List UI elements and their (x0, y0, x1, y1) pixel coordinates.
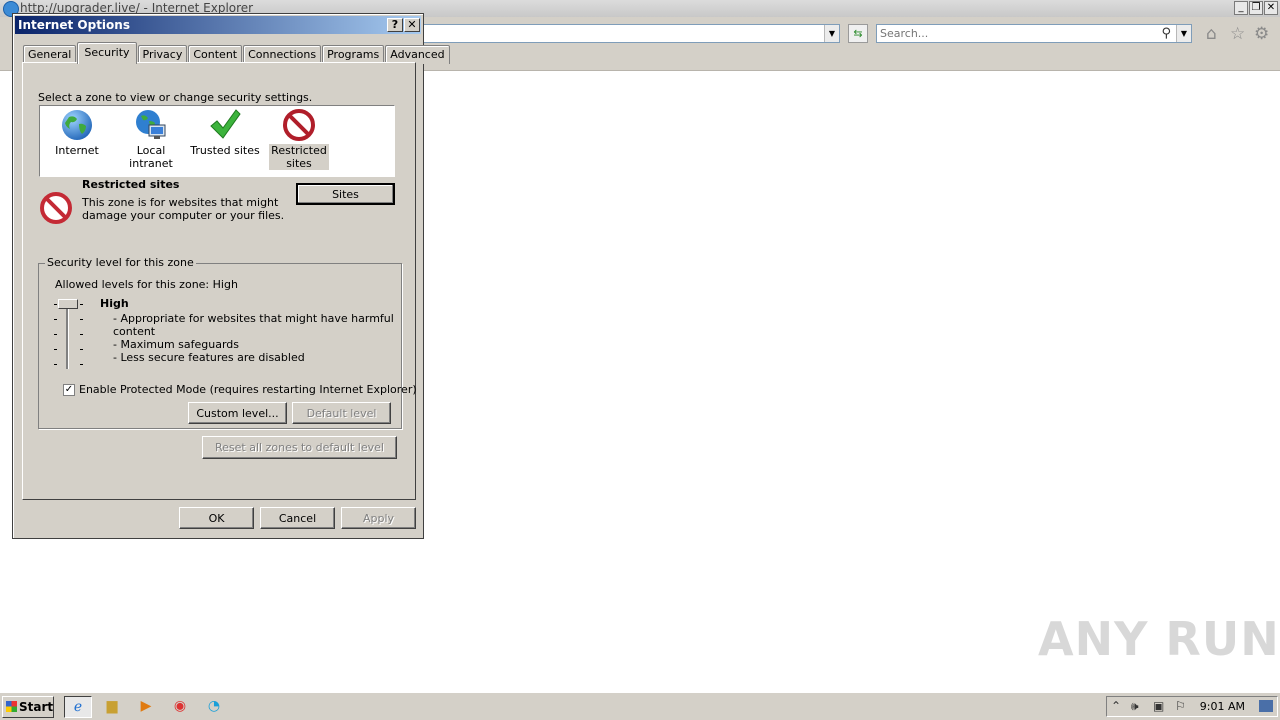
volume-icon[interactable]: 🕪 (1131, 699, 1139, 714)
security-level-slider-track[interactable] (66, 307, 69, 369)
selected-zone-description-2: damage your computer or your files. (82, 209, 285, 222)
selected-zone-title: Restricted sites (82, 178, 180, 191)
search-box[interactable]: ⚲ ▼ (876, 24, 1192, 43)
restricted-icon (283, 109, 315, 141)
dialog-titlebar: Internet Options ? ✕ (15, 16, 421, 34)
help-button[interactable]: ? (387, 18, 403, 32)
reset-all-zones-button[interactable]: Reset all zones to default level (202, 436, 397, 459)
address-dropdown-icon[interactable]: ▼ (824, 25, 839, 42)
system-tray: ⌃ 🕪 ▣ ⚐ 9:01 AM (1106, 696, 1278, 717)
zone-trusted-sites[interactable]: Trusted sites (188, 108, 262, 157)
sites-button[interactable]: Sites (296, 183, 395, 205)
level-desc-4: - Less secure features are disabled (113, 351, 305, 364)
default-level-button[interactable]: Default level (292, 402, 391, 424)
custom-level-button[interactable]: Custom level... (188, 402, 287, 424)
dialog-title: Internet Options (18, 18, 130, 32)
ok-button[interactable]: OK (179, 507, 254, 529)
globe-icon (62, 110, 92, 140)
tab-strip: General Security Privacy Content Connect… (23, 42, 451, 64)
zone-local-intranet[interactable]: Local intranet (114, 108, 188, 170)
home-icon[interactable]: ⌂ (1206, 25, 1217, 43)
level-desc-1: - Appropriate for websites that might ha… (113, 312, 394, 325)
action-center-flag-icon[interactable]: ⚐ (1175, 699, 1186, 714)
allowed-levels-label: Allowed levels for this zone: High (55, 278, 238, 291)
search-input[interactable] (880, 27, 1150, 40)
show-desktop-icon[interactable] (1259, 700, 1273, 712)
dialog-close-button[interactable]: ✕ (404, 18, 420, 32)
zone-label-restricted-sites: Restricted sites (269, 144, 329, 170)
security-level-caption: Security level for this zone (45, 256, 196, 269)
gear-icon[interactable]: ⚙ (1254, 25, 1269, 43)
security-level-slider-thumb[interactable] (58, 299, 78, 309)
restore-button[interactable]: ❐ (1249, 1, 1263, 15)
restricted-zone-large-icon (40, 192, 72, 224)
zone-list: Internet Local intranet Trusted sites Re… (39, 105, 395, 177)
tray-expand-icon[interactable]: ⌃ (1111, 699, 1121, 714)
taskbar-ie-icon[interactable]: ℯ (64, 696, 92, 718)
favorites-star-icon[interactable]: ☆ (1230, 25, 1245, 43)
protected-mode-label: Enable Protected Mode (requires restarti… (79, 383, 417, 396)
zone-internet[interactable]: Internet (40, 108, 114, 157)
zone-prompt: Select a zone to view or change security… (38, 91, 313, 104)
tab-security[interactable]: Security (77, 42, 137, 64)
close-button[interactable]: ✕ (1264, 1, 1278, 15)
search-icon[interactable]: ⚲ (1161, 26, 1171, 41)
taskbar-edge-icon[interactable]: ◔ (200, 696, 228, 718)
windows-logo-icon (6, 701, 17, 712)
selected-zone-description-1: This zone is for websites that might (82, 196, 279, 209)
start-label: Start (19, 700, 54, 714)
level-desc-2: content (113, 325, 156, 338)
zone-restricted-sites[interactable]: Restricted sites (262, 108, 336, 170)
intranet-icon (136, 110, 166, 139)
internet-options-dialog: Internet Options ? ✕ General Security Pr… (12, 13, 450, 539)
taskbar-chrome-icon[interactable]: ◉ (166, 696, 194, 718)
apply-button[interactable]: Apply (341, 507, 416, 529)
security-tab-panel: Select a zone to view or change security… (22, 62, 417, 500)
address-bar[interactable]: ▼ (420, 24, 840, 43)
level-desc-3: - Maximum safeguards (113, 338, 240, 351)
zone-label-local-intranet: Local intranet (129, 144, 173, 170)
search-dropdown-icon[interactable]: ▼ (1176, 25, 1191, 42)
checkmark-icon (210, 109, 241, 139)
start-button[interactable]: Start (2, 696, 54, 718)
level-name: High (100, 297, 129, 310)
taskbar-explorer-folder-icon[interactable]: ▆ (98, 696, 126, 718)
protected-mode-checkbox[interactable]: ✓ (63, 384, 75, 396)
refresh-icon[interactable]: ⇆ (848, 24, 868, 43)
zone-label-trusted-sites: Trusted sites (190, 144, 260, 157)
minimize-button[interactable]: _ (1234, 1, 1248, 15)
security-level-group: Security level for this zone Allowed lev… (38, 256, 417, 429)
cancel-button[interactable]: Cancel (260, 507, 335, 529)
zone-label-internet: Internet (55, 144, 99, 157)
clock[interactable]: 9:01 AM (1200, 700, 1245, 713)
watermark-logo: ANY RUN (1038, 612, 1280, 666)
network-icon[interactable]: ▣ (1153, 699, 1164, 714)
taskbar-media-player-icon[interactable]: ▶ (132, 696, 160, 718)
taskbar: Start ℯ ▆ ▶ ◉ ◔ ⌃ 🕪 ▣ ⚐ 9:01 AM (0, 692, 1280, 720)
